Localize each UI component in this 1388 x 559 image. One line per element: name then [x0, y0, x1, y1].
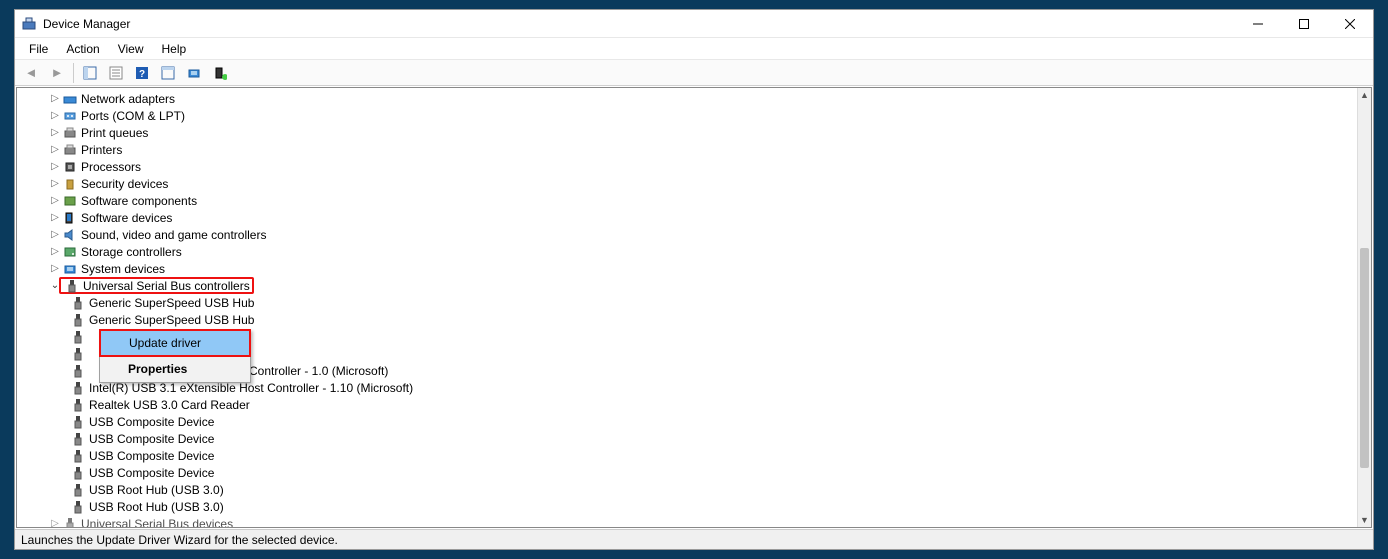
sound-icon: [62, 227, 78, 243]
security-icon: [62, 176, 78, 192]
expand-arrow-icon[interactable]: ▷: [49, 161, 61, 172]
tree-item[interactable]: USB Composite Device: [21, 413, 1357, 430]
ctx-properties[interactable]: Properties: [100, 356, 250, 382]
tree-item[interactable]: USB Composite Device: [21, 447, 1357, 464]
tree-item[interactable]: ▷Network adapters: [21, 90, 1357, 107]
usb-icon: [70, 431, 86, 447]
maximize-button[interactable]: [1281, 10, 1327, 38]
storage-icon: [62, 244, 78, 260]
menubar: File Action View Help: [15, 38, 1373, 60]
usb-icon: [70, 329, 86, 345]
minimize-button[interactable]: [1235, 10, 1281, 38]
expand-arrow-icon[interactable]: ▷: [49, 144, 61, 155]
tree-item[interactable]: ▷Software components: [21, 192, 1357, 209]
usb-icon: [70, 448, 86, 464]
usb-icon: [64, 278, 80, 294]
tree-item[interactable]: USB Root Hub (USB 3.0): [21, 498, 1357, 515]
svg-text:?: ?: [139, 69, 145, 80]
expand-arrow-icon[interactable]: ▷: [49, 110, 61, 121]
expand-arrow-icon[interactable]: ▷: [49, 518, 61, 527]
status-text: Launches the Update Driver Wizard for th…: [21, 533, 338, 547]
tree-item[interactable]: ▷Universal Serial Bus devices: [21, 515, 1357, 527]
menu-action[interactable]: Action: [58, 40, 107, 58]
usb-icon: [70, 295, 86, 311]
tree-item[interactable]: Generic SuperSpeed USB Hub: [21, 294, 1357, 311]
software-device-icon: [62, 210, 78, 226]
device-tree[interactable]: ▷Network adapters ▷Ports (COM & LPT) ▷Pr…: [21, 88, 1357, 527]
ctx-update-driver[interactable]: Update driver: [99, 329, 251, 357]
tree-item[interactable]: Realtek USB 3.0 Card Reader: [21, 396, 1357, 413]
tree-item[interactable]: USB Composite Device: [21, 430, 1357, 447]
close-button[interactable]: [1327, 10, 1373, 38]
usb-icon: [70, 397, 86, 413]
tree-item[interactable]: ▷Print queues: [21, 124, 1357, 141]
tree-item[interactable]: ▷System devices: [21, 260, 1357, 277]
statusbar: Launches the Update Driver Wizard for th…: [15, 529, 1373, 549]
toolbar-separator: [73, 63, 74, 83]
toolbar: ◄ ► ?: [15, 60, 1373, 86]
show-hide-tree-button[interactable]: [78, 62, 102, 84]
window-controls: [1235, 10, 1373, 38]
tree-item[interactable]: USB Composite Device: [21, 464, 1357, 481]
expand-arrow-icon[interactable]: ▷: [49, 195, 61, 206]
processor-icon: [62, 159, 78, 175]
app-icon: [21, 16, 37, 32]
scroll-thumb[interactable]: [1360, 248, 1369, 468]
tree-item[interactable]: ▷Printers: [21, 141, 1357, 158]
back-button[interactable]: ◄: [19, 62, 43, 84]
network-adapter-icon: [62, 91, 78, 107]
menu-help[interactable]: Help: [154, 40, 195, 58]
properties-button[interactable]: [104, 62, 128, 84]
expand-arrow-icon[interactable]: ▷: [49, 212, 61, 223]
vertical-scrollbar[interactable]: ▲ ▼: [1357, 88, 1371, 527]
printer-icon: [62, 142, 78, 158]
usb-icon: [70, 499, 86, 515]
highlight-annotation: Universal Serial Bus controllers: [59, 277, 254, 294]
port-icon: [62, 108, 78, 124]
menu-file[interactable]: File: [21, 40, 56, 58]
system-device-icon: [62, 261, 78, 277]
window-title: Device Manager: [43, 17, 130, 31]
expand-arrow-icon[interactable]: ▷: [49, 93, 61, 104]
usb-icon: [70, 312, 86, 328]
expand-arrow-icon[interactable]: ▷: [49, 127, 61, 138]
usb-icon: [62, 516, 78, 528]
forward-button[interactable]: ►: [45, 62, 69, 84]
tree-item[interactable]: ▷Sound, video and game controllers: [21, 226, 1357, 243]
tree-item[interactable]: ▷Ports (COM & LPT): [21, 107, 1357, 124]
view-button[interactable]: [156, 62, 180, 84]
menu-view[interactable]: View: [110, 40, 152, 58]
tree-item-usb-controllers[interactable]: ⌄ Universal Serial Bus controllers: [21, 277, 1357, 294]
tree-item[interactable]: USB Root Hub (USB 3.0): [21, 481, 1357, 498]
tree-item[interactable]: Generic SuperSpeed USB Hub: [21, 311, 1357, 328]
add-hardware-button[interactable]: [208, 62, 232, 84]
titlebar: Device Manager: [15, 10, 1373, 38]
tree-item[interactable]: ▷Storage controllers: [21, 243, 1357, 260]
tree-item[interactable]: ▷Security devices: [21, 175, 1357, 192]
usb-icon: [70, 346, 86, 362]
expand-arrow-icon[interactable]: ▷: [49, 229, 61, 240]
usb-icon: [70, 482, 86, 498]
usb-icon: [70, 363, 86, 379]
usb-icon: [70, 414, 86, 430]
tree-item[interactable]: ▷Processors: [21, 158, 1357, 175]
scroll-down-button[interactable]: ▼: [1358, 513, 1371, 527]
expand-arrow-icon[interactable]: ▷: [49, 178, 61, 189]
usb-icon: [70, 465, 86, 481]
context-menu: Update driver Properties: [99, 329, 251, 383]
tree-item[interactable]: ▷Software devices: [21, 209, 1357, 226]
expand-arrow-icon[interactable]: ▷: [49, 246, 61, 257]
scroll-up-button[interactable]: ▲: [1358, 88, 1371, 102]
device-manager-window: Device Manager File Action View Help ◄ ►: [14, 9, 1374, 550]
scan-hardware-button[interactable]: [182, 62, 206, 84]
help-button[interactable]: ?: [130, 62, 154, 84]
software-component-icon: [62, 193, 78, 209]
usb-icon: [70, 380, 86, 396]
expand-arrow-icon[interactable]: ▷: [49, 263, 61, 274]
tree-panel: ▷Network adapters ▷Ports (COM & LPT) ▷Pr…: [16, 87, 1372, 528]
printer-icon: [62, 125, 78, 141]
